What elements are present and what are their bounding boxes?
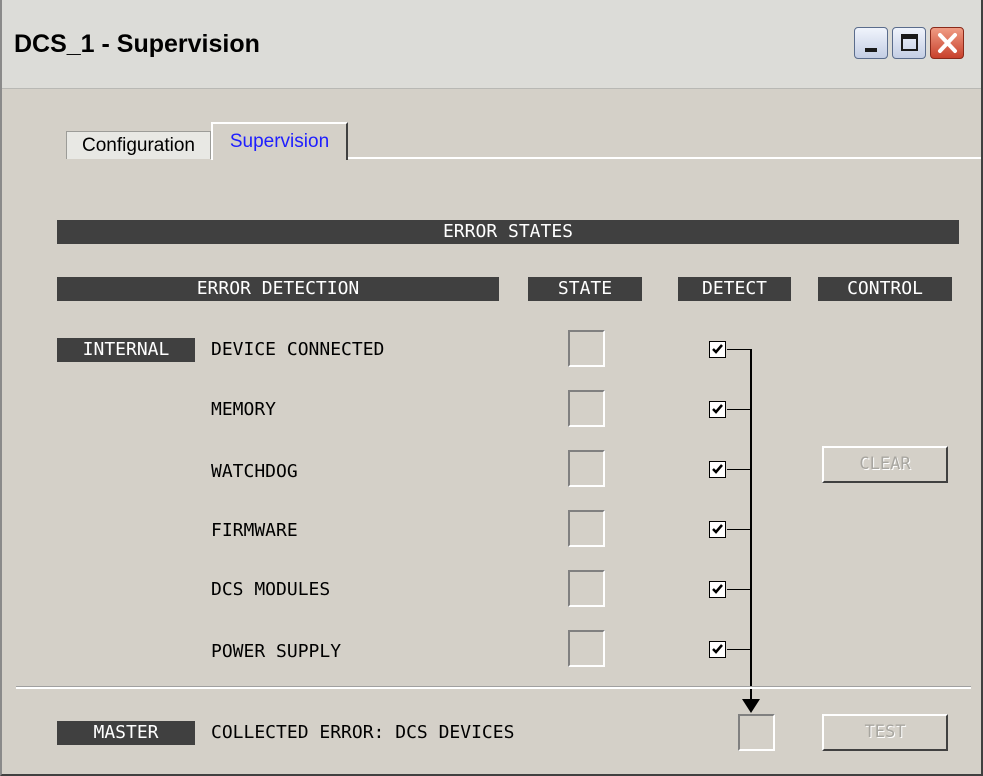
error-label-power-supply: POWER SUPPLY (211, 641, 342, 662)
error-states-header: ERROR STATES (57, 220, 959, 244)
tab-configuration[interactable]: Configuration (66, 131, 211, 159)
separator (16, 686, 971, 689)
window-title: DCS_1 - Supervision (14, 30, 260, 58)
state-indicator-device-connected (568, 330, 605, 367)
detect-checkbox-memory[interactable] (709, 401, 726, 418)
checkmark-icon (712, 344, 723, 354)
state-indicator-memory (568, 390, 605, 427)
arrow-down-icon (742, 699, 760, 713)
detect-checkbox-watchdog[interactable] (709, 461, 726, 478)
maximize-button[interactable] (892, 27, 926, 59)
master-error-label: COLLECTED ERROR: DCS DEVICES (211, 722, 515, 743)
checkmark-icon (712, 584, 723, 594)
collector-line (750, 349, 752, 703)
detect-header: DETECT (678, 277, 791, 301)
detect-checkbox-power-supply[interactable] (709, 641, 726, 658)
checkmark-icon (712, 524, 723, 534)
detect-checkbox-device-connected[interactable] (709, 341, 726, 358)
state-indicator-dcs-modules (568, 570, 605, 607)
close-button[interactable] (930, 27, 964, 59)
state-indicator-power-supply (568, 630, 605, 667)
control-header: CONTROL (818, 277, 952, 301)
close-icon (938, 33, 957, 53)
test-button[interactable]: TEST (822, 714, 948, 751)
connector-line (727, 469, 750, 470)
detect-checkbox-dcs-modules[interactable] (709, 581, 726, 598)
checkmark-icon (712, 464, 723, 474)
master-tag: MASTER (57, 721, 195, 745)
connector-line (727, 409, 750, 410)
error-label-memory: MEMORY (211, 399, 277, 420)
maximize-icon (901, 34, 918, 51)
minimize-icon (865, 48, 877, 52)
title-bar[interactable]: DCS_1 - Supervision (2, 0, 981, 89)
error-label-device-connected: DEVICE CONNECTED (211, 339, 385, 360)
checkmark-icon (712, 404, 723, 414)
checkmark-icon (712, 644, 723, 654)
connector-line (727, 349, 750, 350)
error-label-dcs-modules: DCS MODULES (211, 579, 331, 600)
connector-line (727, 649, 750, 650)
state-indicator-watchdog (568, 450, 605, 487)
master-state-indicator (738, 714, 775, 751)
tab-supervision[interactable]: Supervision (211, 122, 348, 160)
state-indicator-firmware (568, 510, 605, 547)
connector-line (727, 529, 750, 530)
internal-tag: INTERNAL (57, 338, 195, 362)
connector-line (727, 589, 750, 590)
state-header: STATE (528, 277, 642, 301)
minimize-button[interactable] (854, 27, 888, 59)
clear-button[interactable]: CLEAR (822, 446, 948, 483)
error-label-watchdog: WATCHDOG (211, 461, 298, 482)
error-label-firmware: FIRMWARE (211, 520, 298, 541)
supervision-window: DCS_1 - Supervision Configuration Superv… (0, 0, 983, 776)
detect-checkbox-firmware[interactable] (709, 521, 726, 538)
error-detection-header: ERROR DETECTION (57, 277, 499, 301)
